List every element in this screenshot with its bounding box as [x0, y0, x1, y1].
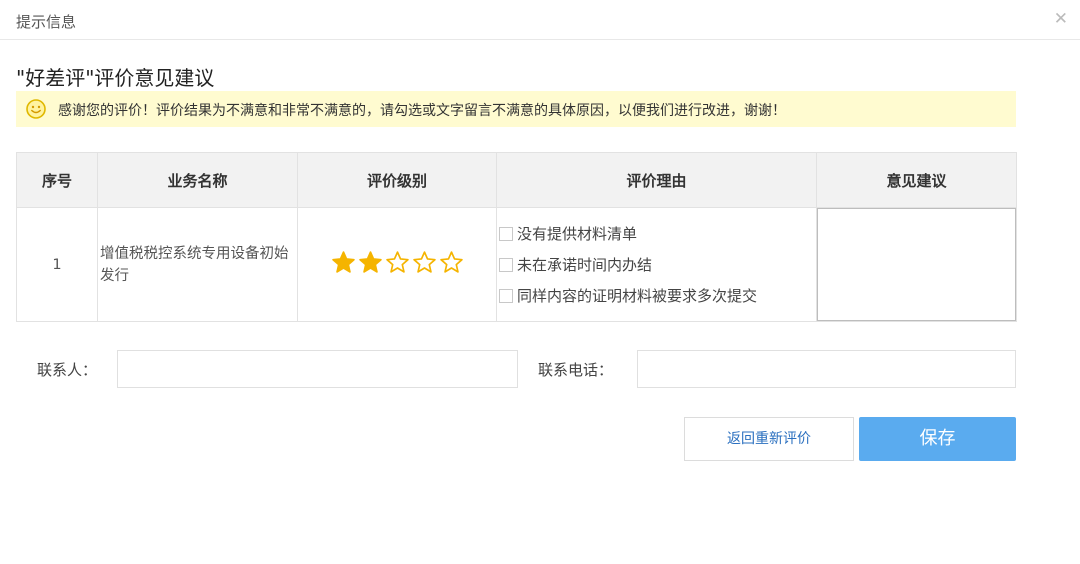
- reason-checkbox-no-material-list[interactable]: 没有提供材料清单: [499, 218, 816, 249]
- table-row: 1 增值税税控系统专用设备初始发行 没有提供材料清单 未在承诺时间内办结 同样内…: [16, 207, 1017, 322]
- notice-text: 感谢您的评价！评价结果为不满意和非常不满意的，请勾选或文字留言不满意的具体原因，…: [58, 103, 786, 119]
- table-header-row: 序号 业务名称 评价级别 评价理由 意见建议: [16, 152, 1017, 208]
- contact-person-label: 联系人：: [37, 361, 98, 379]
- star-empty-icon[interactable]: [439, 250, 464, 275]
- header-reason: 评价理由: [496, 152, 817, 208]
- star-filled-icon[interactable]: [358, 250, 383, 275]
- star-rating[interactable]: [297, 207, 497, 322]
- checkbox[interactable]: [499, 288, 513, 303]
- smiley-icon: [26, 99, 46, 119]
- reason-checkbox-not-on-time[interactable]: 未在承诺时间内办结: [499, 249, 816, 280]
- suggestion-cell: [816, 207, 1017, 322]
- evaluation-table: 序号 业务名称 评价级别 评价理由 意见建议 1 增值税税控系统专用设备初始发行…: [16, 152, 1017, 322]
- star-empty-icon[interactable]: [412, 250, 437, 275]
- reason-list: 没有提供材料清单 未在承诺时间内办结 同样内容的证明材料被要求多次提交: [496, 207, 817, 322]
- header-no: 序号: [16, 152, 98, 208]
- row-business-name: 增值税税控系统专用设备初始发行: [97, 207, 298, 322]
- reason-label: 没有提供材料清单: [517, 225, 638, 243]
- header-rating-level: 评价级别: [297, 152, 497, 208]
- checkbox[interactable]: [499, 257, 513, 272]
- contact-phone-label: 联系电话：: [538, 361, 614, 379]
- dialog-title: 提示信息: [16, 13, 77, 31]
- notice-banner: 感谢您的评价！评价结果为不满意和非常不满意的，请勾选或文字留言不满意的具体原因，…: [16, 91, 1016, 127]
- suggestion-textarea[interactable]: [817, 208, 1016, 321]
- reason-checkbox-repeated-materials[interactable]: 同样内容的证明材料被要求多次提交: [499, 280, 816, 311]
- header-business-name: 业务名称: [97, 152, 298, 208]
- contact-phone-input[interactable]: [637, 350, 1016, 388]
- contact-person-input[interactable]: [117, 350, 518, 388]
- reason-label: 未在承诺时间内办结: [517, 256, 653, 274]
- row-no: 1: [16, 207, 98, 322]
- back-to-reevaluate-button[interactable]: 返回重新评价: [684, 417, 854, 461]
- close-icon[interactable]: ✕: [1054, 9, 1068, 29]
- reason-label: 同样内容的证明材料被要求多次提交: [517, 287, 758, 305]
- page-title: "好差评"评价意见建议: [16, 66, 215, 90]
- checkbox[interactable]: [499, 226, 513, 241]
- star-empty-icon[interactable]: [385, 250, 410, 275]
- star-filled-icon[interactable]: [331, 250, 356, 275]
- dialog-titlebar: 提示信息 ✕: [0, 0, 1080, 40]
- header-suggestion: 意见建议: [816, 152, 1017, 208]
- save-button[interactable]: 保存: [859, 417, 1016, 461]
